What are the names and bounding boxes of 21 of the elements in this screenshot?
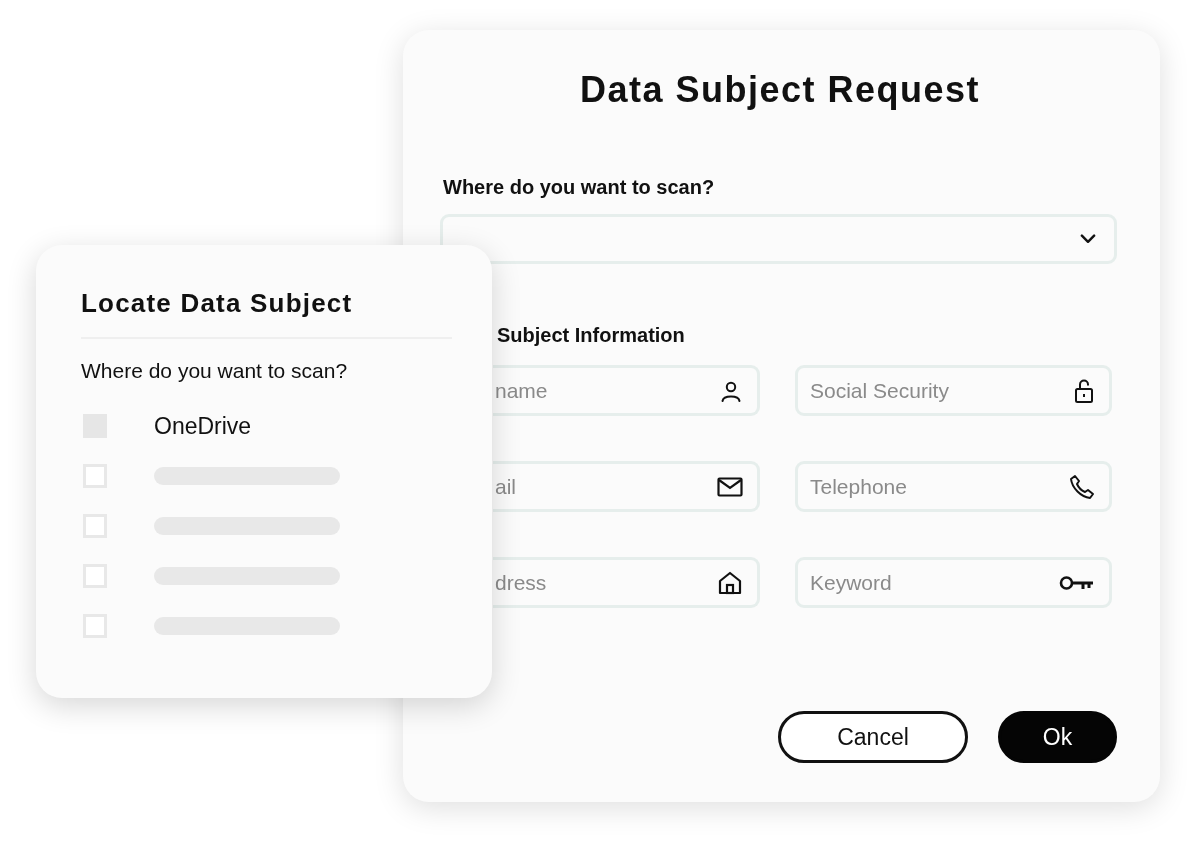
dialog-title: Data Subject Request [578,68,982,112]
card-title: Locate Data Subject [81,287,354,320]
input-field[interactable]: Keyword [795,557,1112,608]
input-field[interactable]: dress [493,557,760,608]
key-icon [1059,573,1095,592]
phone-icon [1069,473,1095,500]
input-field[interactable]: Social Security [795,365,1112,416]
field-label: Where do you want to scan? [443,175,716,200]
padlock-icon [1073,377,1095,404]
mail-icon [717,476,743,497]
house-icon [717,569,743,596]
cancel-button[interactable]: Cancel [778,711,968,763]
chevron-down-icon [1080,234,1096,244]
section-heading: Subject Information [496,323,686,348]
input-field[interactable]: name [493,365,760,416]
input-field[interactable]: Telephone [795,461,1112,512]
ok-button[interactable]: Ok [998,711,1117,763]
input-field[interactable]: ail [493,461,760,512]
location-dropdown[interactable] [440,214,1117,264]
option-label: OneDrive [154,412,252,440]
question-text: Where do you want to scan? [81,358,349,384]
